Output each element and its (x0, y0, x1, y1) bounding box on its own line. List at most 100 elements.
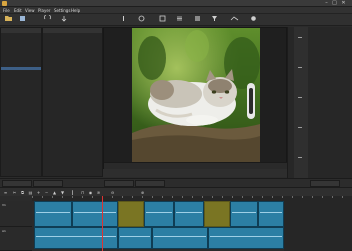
tree-item[interactable] (1, 75, 41, 78)
recent-button[interactable] (157, 15, 168, 25)
menu-player[interactable]: Player (38, 8, 50, 13)
history-button[interactable] (192, 15, 203, 25)
tree-item[interactable] (1, 55, 41, 58)
overwrite-icon[interactable]: ▼ (60, 190, 65, 195)
meter-tick (298, 157, 302, 158)
tree-item[interactable] (1, 115, 41, 118)
tree-item[interactable] (1, 67, 41, 70)
tree-item[interactable] (1, 87, 41, 90)
timeline-gap[interactable] (204, 201, 230, 227)
timeline-clip[interactable] (34, 201, 72, 227)
snap-icon[interactable]: ⊓ (80, 190, 85, 195)
tab-3[interactable] (104, 180, 134, 187)
menu-file[interactable]: File (3, 8, 10, 13)
tree-item[interactable] (1, 143, 41, 146)
timeline-clip[interactable] (258, 201, 284, 227)
tree-item[interactable] (1, 147, 41, 150)
tree-item[interactable] (1, 99, 41, 102)
properties-icon (138, 15, 145, 22)
properties-button[interactable] (136, 15, 147, 25)
tab-5[interactable] (310, 180, 340, 187)
tree-item[interactable] (1, 107, 41, 110)
tree-item[interactable] (1, 163, 41, 166)
meter-tick (298, 37, 302, 38)
minimize-button[interactable]: – (323, 1, 330, 6)
ripple-icon[interactable]: ≋ (96, 190, 101, 195)
ruler-tick (312, 196, 313, 198)
tree-item[interactable] (1, 47, 41, 50)
tree-item[interactable] (1, 167, 41, 170)
paste-icon[interactable]: ▤ (28, 190, 33, 195)
export-button[interactable] (248, 15, 259, 25)
timeline-clip[interactable] (72, 201, 118, 227)
video-player (103, 27, 288, 170)
menu-view[interactable]: View (25, 8, 35, 13)
append-icon[interactable]: + (36, 190, 41, 195)
tree-item[interactable] (1, 51, 41, 54)
tree-item[interactable] (1, 43, 41, 46)
ruler-tick (72, 196, 73, 198)
tab-4[interactable] (135, 180, 165, 187)
timeline-clip[interactable] (208, 227, 284, 249)
redo-button[interactable] (59, 15, 70, 25)
track-head-v1[interactable]: V1 (0, 201, 32, 227)
tree-item[interactable] (1, 71, 41, 74)
zoom-out-icon[interactable]: ⊖ (110, 190, 115, 195)
timeline-clip[interactable] (174, 201, 204, 227)
tree-item[interactable] (1, 139, 41, 142)
tree-item[interactable] (1, 79, 41, 82)
copy-icon[interactable]: ⧉ (20, 190, 25, 195)
tree-item[interactable] (1, 131, 41, 134)
track-head-a1[interactable]: A1 (0, 227, 32, 251)
filters-button[interactable] (209, 15, 220, 25)
open-file-button[interactable] (3, 15, 14, 25)
tree-item[interactable] (1, 39, 41, 42)
timeline-clip[interactable] (34, 227, 118, 249)
remove-icon[interactable]: − (44, 190, 49, 195)
video-frame[interactable] (132, 28, 260, 162)
timeline-clip[interactable] (230, 201, 258, 227)
timeline-clip[interactable] (144, 201, 174, 227)
timeline-playhead[interactable] (102, 196, 103, 251)
close-button[interactable]: ✕ (340, 1, 347, 6)
cut-icon[interactable]: ✂ (12, 190, 17, 195)
split-icon[interactable]: ┃ (70, 190, 75, 195)
timeline-clip[interactable] (118, 227, 152, 249)
tree-item[interactable] (1, 95, 41, 98)
tree-item[interactable] (1, 135, 41, 138)
zoom-in-icon[interactable]: ⊕ (140, 190, 145, 195)
timeline-gap[interactable] (118, 201, 144, 227)
menu-settings[interactable]: Settings (54, 8, 70, 13)
tree-item[interactable] (1, 91, 41, 94)
tree-item[interactable] (1, 127, 41, 130)
title-bar: – □ ✕ (0, 0, 352, 7)
lift-icon[interactable]: ▲ (52, 190, 57, 195)
maximize-button[interactable]: □ (331, 1, 338, 6)
timeline-empty-area (284, 201, 352, 251)
tab-2[interactable] (33, 180, 63, 187)
tab-1[interactable] (2, 180, 32, 187)
tree-item[interactable] (1, 119, 41, 122)
undo-button[interactable] (42, 15, 53, 25)
menu-icon[interactable]: ≡ (3, 190, 8, 195)
menu-edit[interactable]: Edit (14, 8, 22, 13)
tree-item[interactable] (1, 155, 41, 158)
tree-item[interactable] (1, 59, 41, 62)
tree-item[interactable] (1, 159, 41, 162)
menu-help[interactable]: Help (71, 8, 80, 13)
tree-item[interactable] (1, 151, 41, 154)
left-panel-header (1, 28, 41, 33)
tree-item[interactable] (1, 111, 41, 114)
tree-item[interactable] (1, 35, 41, 38)
timeline-button[interactable] (229, 15, 240, 25)
peak-meter-button[interactable] (118, 15, 129, 25)
timeline-clip[interactable] (152, 227, 208, 249)
tree-item[interactable] (1, 83, 41, 86)
tree-item[interactable] (1, 103, 41, 106)
tree-item[interactable] (1, 123, 41, 126)
video-frame-image (132, 28, 260, 162)
playlist-button[interactable] (174, 15, 185, 25)
scrub-icon[interactable]: ◉ (88, 190, 93, 195)
tree-item[interactable] (1, 63, 41, 66)
save-button[interactable] (17, 15, 28, 25)
